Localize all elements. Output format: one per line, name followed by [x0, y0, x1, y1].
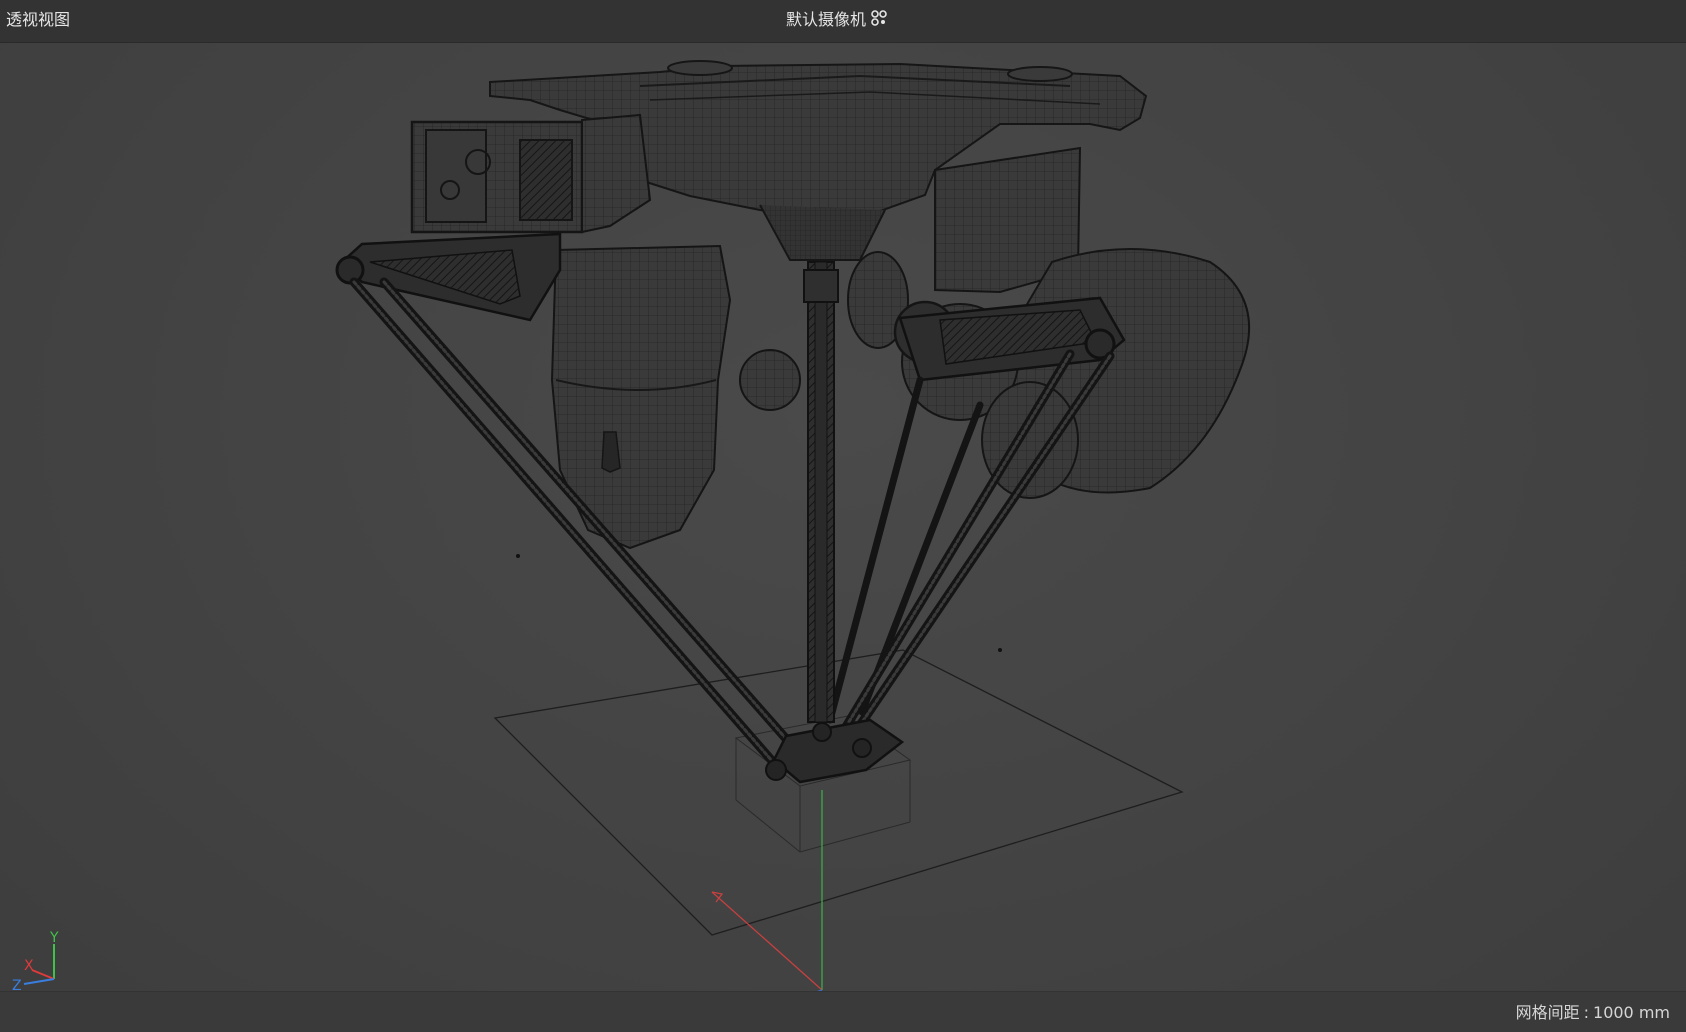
viewport-status-bar: 网格间距:1000 mm: [0, 991, 1686, 1032]
grid-spacing-label: 网格间距: [1515, 1003, 1580, 1022]
gizmo-label-x: X: [24, 958, 34, 974]
camera-dots-icon: [871, 10, 887, 26]
gizmo-axis-z: [23, 978, 55, 985]
motor-left: [410, 113, 652, 234]
view-mode-label[interactable]: 透视视图: [6, 6, 70, 30]
grid-spacing-value: 1000 mm: [1593, 1003, 1670, 1022]
camera-label: 默认摄像机: [786, 10, 867, 29]
viewport-header: 透视视图 默认摄像机: [0, 0, 1686, 43]
3d-viewport[interactable]: 透视视图 默认摄像机 Y X Z 网格间距:1000 mm: [0, 0, 1686, 1032]
robot-wireframe-scene: [335, 60, 1251, 1032]
gizmo-label-y: Y: [49, 930, 59, 946]
grid-spacing-separator: :: [1583, 1003, 1590, 1022]
center-shaft: [803, 261, 839, 723]
camera-selector[interactable]: 默认摄像机: [786, 6, 889, 30]
gizmo-axis-x: [31, 969, 55, 980]
end-effector: [765, 718, 905, 784]
axis-gizmo: Y X Z: [12, 930, 59, 994]
grid-spacing-readout: 网格间距:1000 mm: [1516, 999, 1670, 1023]
